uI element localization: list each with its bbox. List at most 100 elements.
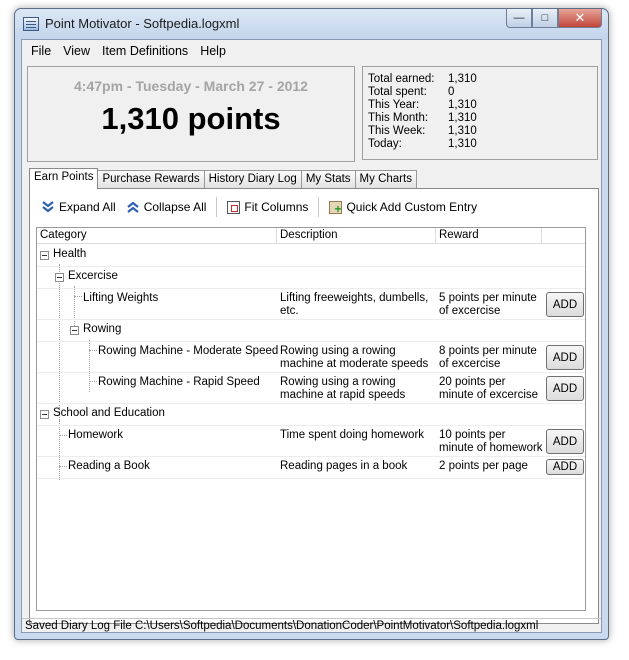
- title-bar[interactable]: Point Motivator - Softpedia.logxml — □ ✕: [15, 9, 608, 39]
- reward-cell: 2 points per page: [439, 460, 528, 472]
- grid-header: Category Description Reward: [37, 228, 585, 244]
- fit-columns-icon: [227, 200, 241, 214]
- tab-purchase-rewards[interactable]: Purchase Rewards: [97, 170, 205, 188]
- stat-value: 0: [448, 86, 455, 98]
- tree-row-group[interactable]: Rowing: [37, 320, 585, 342]
- table-row[interactable]: Homework Time spent doing homework 10 po…: [37, 426, 585, 457]
- menu-file[interactable]: File: [25, 40, 57, 62]
- stat-row: Total earned: 1,310: [368, 73, 597, 86]
- reward-cell: 5 points per minute of excercise: [439, 292, 537, 317]
- category-label: Rowing: [83, 323, 122, 335]
- points-summary-panel: 4:47pm - Tuesday - March 27 - 2012 1,310…: [27, 66, 355, 162]
- category-tree-grid: Category Description Reward Health Excer…: [36, 227, 586, 611]
- category-label: Homework: [68, 429, 123, 441]
- column-header-category[interactable]: Category: [37, 228, 277, 244]
- add-entry-icon: [329, 200, 343, 215]
- quick-add-label: Quick Add Custom Entry: [346, 200, 478, 214]
- description-cell: Reading pages in a book: [280, 460, 408, 472]
- description-cell: Lifting freeweights, dumbells, etc.: [280, 292, 429, 317]
- client-area: File View Item Definitions Help 4:47pm -…: [21, 39, 602, 633]
- expand-all-icon: [42, 201, 54, 213]
- menu-help[interactable]: Help: [194, 40, 232, 62]
- collapse-toggle-icon[interactable]: [40, 410, 49, 419]
- table-row[interactable]: Rowing Machine - Moderate Speed Rowing u…: [37, 342, 585, 373]
- toolbar: Expand All Collapse All Fit Columns + Qu…: [30, 189, 598, 225]
- expand-all-label: Expand All: [59, 200, 116, 214]
- stat-value: 1,310: [448, 138, 477, 150]
- tab-my-charts[interactable]: My Charts: [354, 170, 417, 188]
- description-cell: Time spent doing homework: [280, 429, 425, 441]
- description-cell: Rowing using a rowing machine at moderat…: [280, 345, 429, 370]
- add-entry-button[interactable]: ADD: [546, 459, 584, 475]
- collapse-toggle-icon[interactable]: [70, 326, 79, 335]
- category-label: Reading a Book: [68, 460, 150, 472]
- fit-columns-button[interactable]: Fit Columns: [222, 196, 313, 218]
- stat-row: Today: 1,310: [368, 138, 597, 151]
- category-label: School and Education: [53, 407, 165, 419]
- stat-row: Total spent: 0: [368, 86, 597, 99]
- add-entry-button[interactable]: ADD: [546, 429, 584, 454]
- stat-value: 1,310: [448, 73, 477, 85]
- stat-row: This Year: 1,310: [368, 99, 597, 112]
- collapse-all-label: Collapse All: [143, 200, 207, 214]
- table-row[interactable]: Lifting Weights Lifting freeweights, dum…: [37, 289, 585, 320]
- tree-row-group[interactable]: School and Education: [37, 404, 585, 426]
- table-row[interactable]: Reading a Book Reading pages in a book 2…: [37, 457, 585, 479]
- fit-columns-label: Fit Columns: [244, 200, 309, 214]
- column-header-reward[interactable]: Reward: [436, 228, 542, 244]
- stat-label: This Week:: [368, 125, 426, 137]
- add-entry-button[interactable]: ADD: [546, 292, 584, 317]
- add-entry-button[interactable]: ADD: [546, 345, 584, 370]
- stat-label: Total spent:: [368, 86, 427, 98]
- minimize-button[interactable]: —: [506, 9, 532, 28]
- tab-strip: Earn Points Purchase Rewards History Dia…: [29, 168, 417, 189]
- menu-item-definitions[interactable]: Item Definitions: [96, 40, 194, 62]
- stat-label: This Year:: [368, 99, 420, 111]
- expand-all-button[interactable]: Expand All: [36, 196, 121, 218]
- category-label: Health: [53, 248, 87, 260]
- stat-label: Today:: [368, 138, 402, 150]
- description-cell: Rowing using a rowing machine at rapid s…: [280, 376, 406, 401]
- tab-my-stats[interactable]: My Stats: [300, 170, 356, 188]
- earn-points-page: Expand All Collapse All Fit Columns + Qu…: [29, 188, 599, 624]
- app-icon[interactable]: [23, 17, 39, 31]
- stat-row: This Month: 1,310: [368, 112, 597, 125]
- collapse-all-button[interactable]: Collapse All: [121, 196, 212, 218]
- category-label: Rowing Machine - Moderate Speed: [98, 345, 279, 357]
- column-header-description[interactable]: Description: [277, 228, 436, 244]
- close-button[interactable]: ✕: [558, 9, 602, 28]
- maximize-icon: □: [541, 12, 549, 24]
- stat-value: 1,310: [448, 99, 477, 111]
- reward-cell: 10 points per minute of homework: [439, 429, 543, 454]
- collapse-all-icon: [127, 201, 139, 213]
- stat-value: 1,310: [448, 125, 477, 137]
- stat-row: This Week: 1,310: [368, 125, 597, 138]
- stat-label: Total earned:: [368, 73, 435, 85]
- category-label: Rowing Machine - Rapid Speed: [98, 376, 260, 388]
- maximize-button[interactable]: □: [532, 9, 558, 28]
- current-datetime: 4:47pm - Tuesday - March 27 - 2012: [74, 78, 308, 94]
- toolbar-separator: [318, 197, 320, 217]
- tab-earn-points[interactable]: Earn Points: [29, 168, 99, 189]
- tree-row-group[interactable]: Excercise: [37, 267, 585, 289]
- collapse-toggle-icon[interactable]: [55, 273, 64, 282]
- minimize-icon: —: [513, 12, 525, 24]
- menu-bar: File View Item Definitions Help: [22, 40, 601, 62]
- collapse-toggle-icon[interactable]: [40, 251, 49, 260]
- category-label: Excercise: [68, 270, 118, 282]
- tree-row-group[interactable]: Health: [37, 245, 585, 267]
- window-controls: — □ ✕: [506, 9, 602, 28]
- menu-view[interactable]: View: [57, 40, 96, 62]
- window-title: Point Motivator - Softpedia.logxml: [45, 16, 240, 31]
- add-entry-button[interactable]: ADD: [546, 376, 584, 401]
- app-window: Point Motivator - Softpedia.logxml — □ ✕…: [14, 8, 609, 640]
- close-icon: ✕: [574, 10, 586, 25]
- quick-add-button[interactable]: Quick Add Custom Entry: [324, 196, 482, 218]
- tab-history-diary-log[interactable]: History Diary Log: [203, 170, 302, 188]
- reward-cell: 8 points per minute of excercise: [439, 345, 537, 370]
- stats-panel: Total earned: 1,310 Total spent: 0 This Ye…: [362, 66, 598, 160]
- stat-value: 1,310: [448, 112, 477, 124]
- table-row[interactable]: Rowing Machine - Rapid Speed Rowing usin…: [37, 373, 585, 404]
- stat-label: This Month:: [368, 112, 429, 124]
- toolbar-separator: [216, 197, 218, 217]
